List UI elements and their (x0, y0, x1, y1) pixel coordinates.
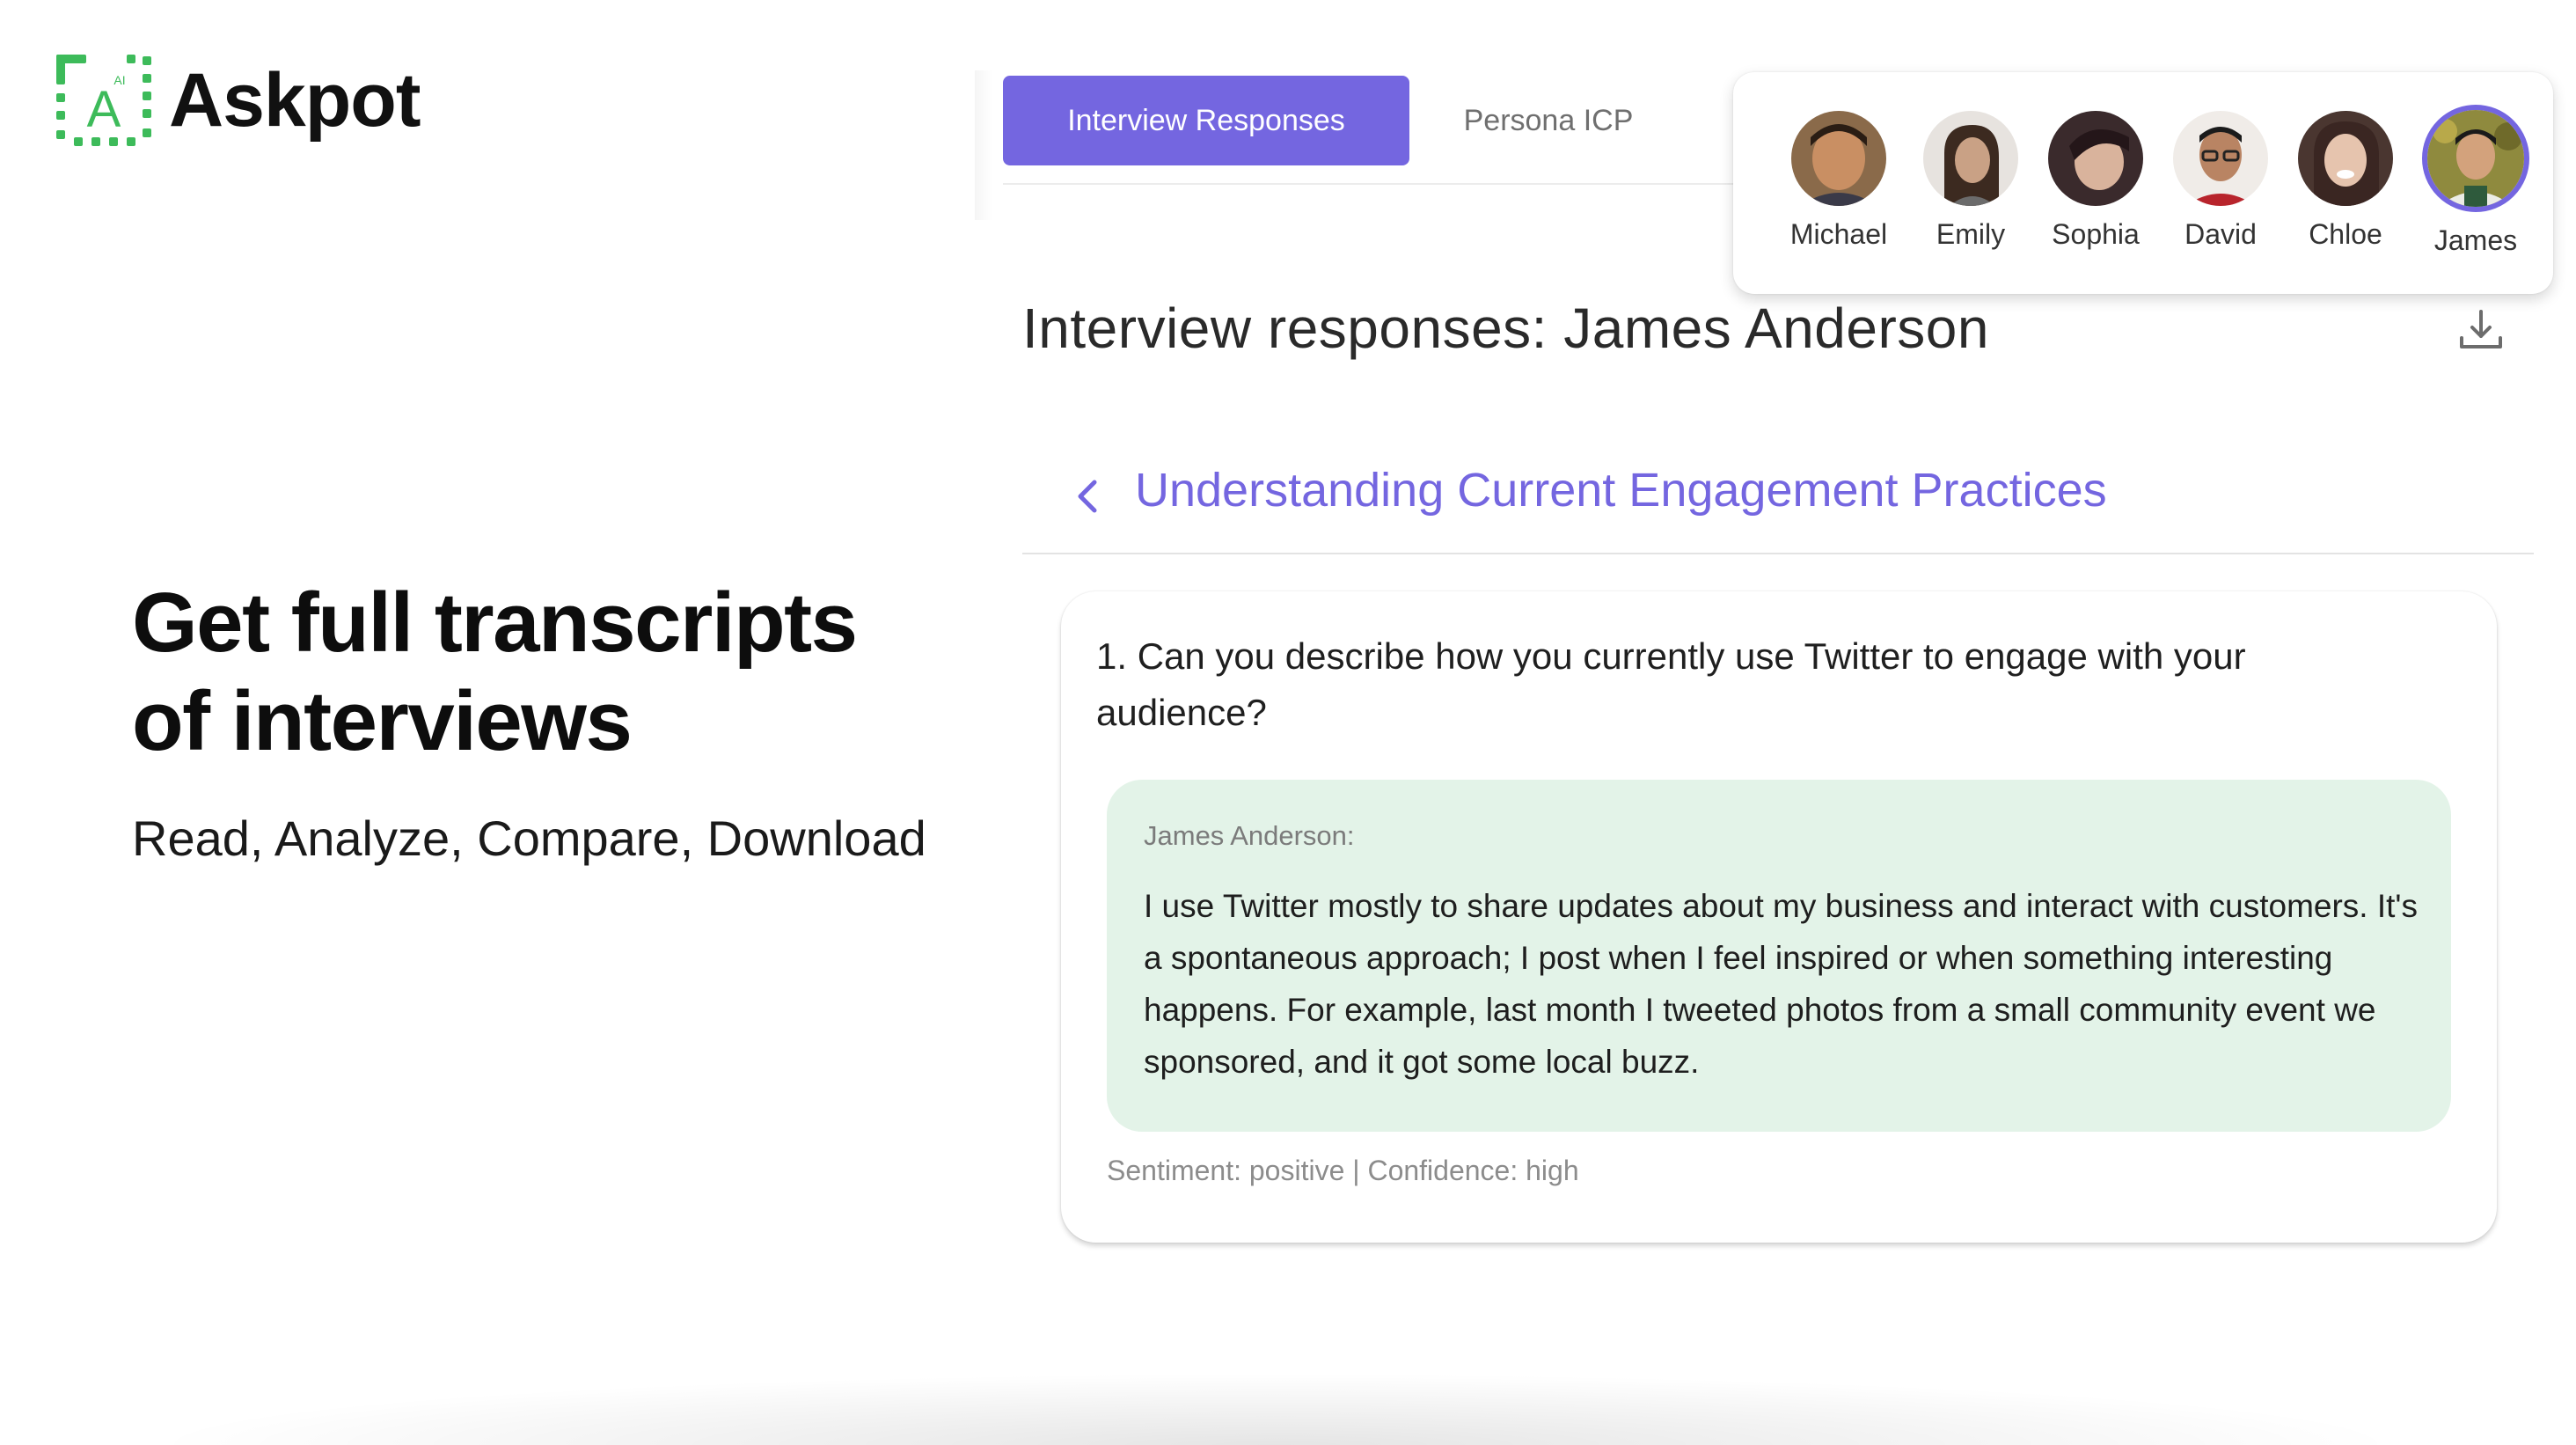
download-icon[interactable] (2456, 306, 2506, 356)
section-title[interactable]: Understanding Current Engagement Practic… (1135, 463, 2107, 517)
answer-text: I use Twitter mostly to share updates ab… (1144, 888, 2418, 1080)
avatar-david (2173, 111, 2268, 206)
hero-title-line1: Get full transcripts (132, 576, 858, 670)
persona-chloe[interactable]: Chloe (2284, 111, 2407, 251)
logo-badge: AI (113, 73, 125, 87)
responses-heading: Interview responses: James Anderson (1022, 297, 1989, 360)
answer-speaker: James Anderson: (1144, 820, 1355, 851)
persona-michael[interactable]: Michael (1777, 111, 1900, 251)
hero-title-line2: of interviews (132, 674, 633, 768)
askpot-logo[interactable]: A AI Askpot (56, 55, 421, 146)
tab-persona-icp[interactable]: Persona ICP (1443, 76, 1654, 165)
page: A AI Askpot Get full transcripts of inte… (0, 0, 2576, 1445)
persona-david[interactable]: David (2159, 111, 2282, 251)
persona-james[interactable]: James (2414, 105, 2537, 257)
logo-mark-icon: A AI (56, 55, 151, 146)
hero-title: Get full transcripts of interviews (132, 574, 977, 771)
question-text: 1. Can you describe how you currently us… (1096, 635, 2246, 733)
avatar-james (2422, 105, 2529, 212)
panel-edge-shadow (975, 70, 992, 220)
persona-name-emily: Emily (1936, 218, 2006, 250)
sentiment-confidence: Sentiment: positive | Confidence: high (1107, 1155, 1579, 1186)
avatar-emily (1923, 111, 2018, 206)
tabs-divider (1003, 183, 1742, 185)
answer-box: James Anderson: I use Twitter mostly to … (1107, 780, 2451, 1132)
persona-name-chloe: Chloe (2309, 218, 2382, 250)
persona-name-david: David (2184, 218, 2257, 250)
persona-name-sophia: Sophia (2052, 218, 2140, 250)
avatar-michael (1791, 111, 1886, 206)
bottom-shadow (141, 1373, 2411, 1445)
logo-letter: A (87, 81, 121, 138)
persona-name-james: James (2433, 224, 2518, 256)
chevron-left-icon[interactable] (1072, 475, 1103, 517)
avatar-sophia (2048, 111, 2143, 206)
logo-text: Askpot (169, 58, 421, 143)
persona-selector: Michael Emily Sophia David Chloe James (1733, 72, 2553, 294)
tab-interview-responses[interactable]: Interview Responses (1003, 76, 1409, 165)
persona-name-michael: Michael (1789, 218, 1888, 250)
persona-emily[interactable]: Emily (1909, 111, 2032, 251)
hero-subtitle: Read, Analyze, Compare, Download (132, 811, 926, 866)
avatar-chloe (2298, 111, 2393, 206)
question-card: 1. Can you describe how you currently us… (1061, 591, 2497, 1243)
persona-sophia[interactable]: Sophia (2034, 111, 2157, 251)
section-divider (1022, 553, 2534, 554)
